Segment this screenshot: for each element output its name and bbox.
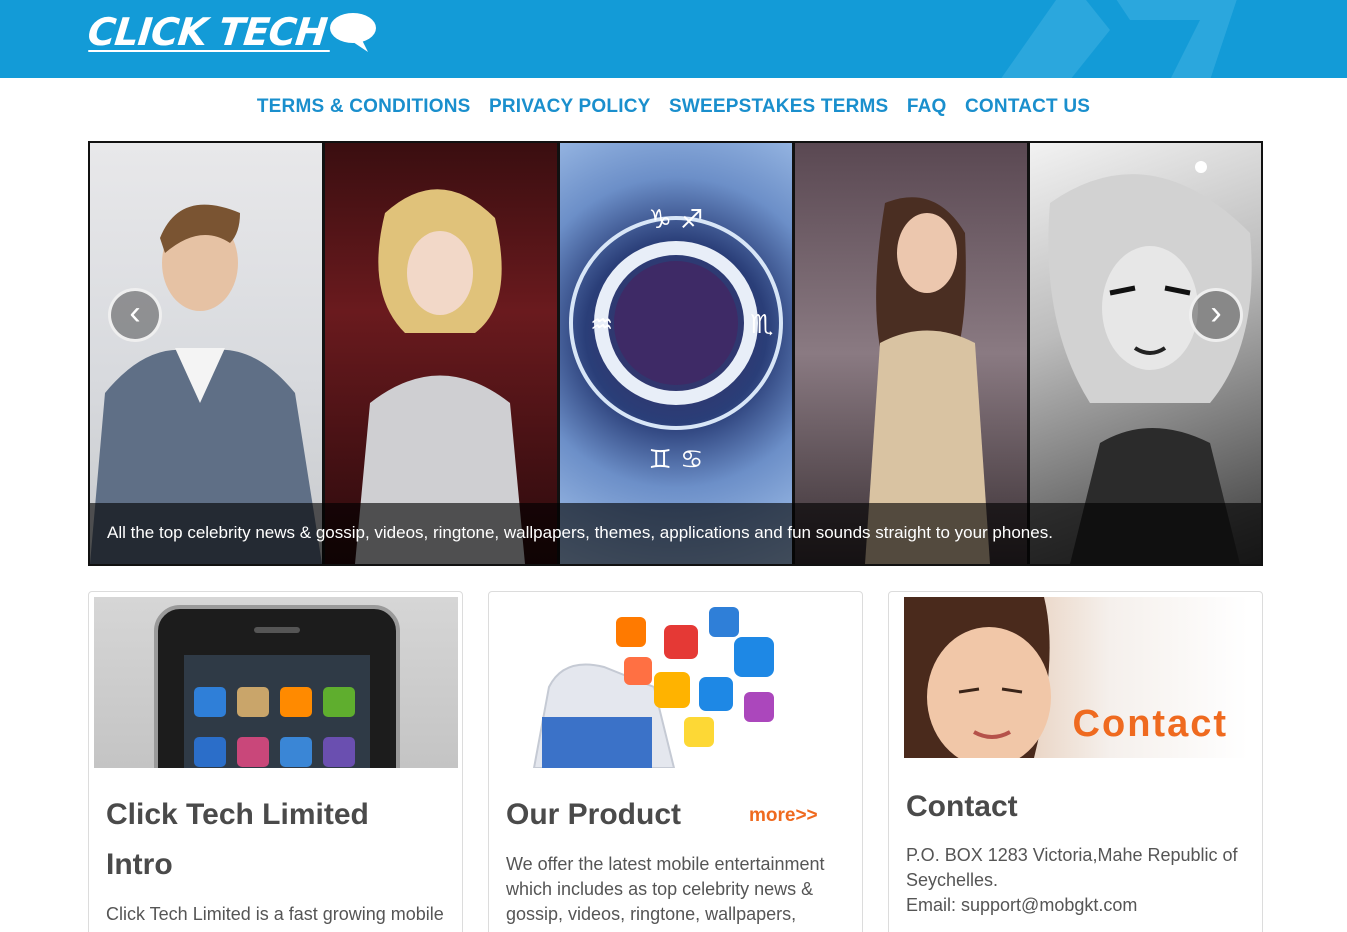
card-intro-title: Click Tech Limited Intro	[106, 798, 369, 881]
nav-contact-us[interactable]: CONTACT US	[965, 96, 1090, 118]
top-nav: TERMS & CONDITIONS PRIVACY POLICY SWEEPS…	[0, 96, 1347, 118]
carousel-photo-1	[90, 143, 322, 564]
logo-text: CLICK TECH	[85, 10, 329, 54]
svg-text:♊ ♋: ♊ ♋	[649, 445, 704, 475]
carousel-photo-4	[795, 143, 1027, 564]
logo-underline	[88, 50, 330, 52]
carousel-dot-1[interactable]	[1195, 161, 1207, 173]
carousel-photo-3: ♑ ♐ ♊ ♋ ♒ ♏	[560, 143, 792, 564]
more-link[interactable]: more>>	[749, 805, 818, 827]
carousel-caption: All the top celebrity news & gossip, vid…	[90, 503, 1261, 564]
card-intro-text: Click Tech Limited is a fast growing mob…	[106, 904, 444, 924]
nav-sweepstakes-terms[interactable]: SWEEPSTAKES TERMS	[669, 96, 888, 118]
card-product-text: We offer the latest mobile entertainment…	[506, 854, 825, 924]
contact-image: Contact	[904, 597, 1248, 758]
card-intro: Click Tech Limited Intro Click Tech Limi…	[88, 591, 463, 932]
carousel-photo-5	[1030, 143, 1261, 564]
speech-bubble-icon	[330, 13, 377, 52]
carousel-caption-text: All the top celebrity news & gossip, vid…	[107, 523, 1053, 542]
chevron-left-icon: ‹	[129, 294, 141, 332]
carousel-photo-2	[325, 143, 557, 564]
image-carousel: ♑ ♐ ♊ ♋ ♒ ♏ ‹ › All the top celebrity ne…	[88, 141, 1263, 566]
carousel-prev-button[interactable]: ‹	[108, 288, 162, 342]
contact-image-label: Contact	[1072, 703, 1228, 745]
product-image	[494, 597, 858, 768]
card-product: Our Product more>> We offer the latest m…	[488, 591, 863, 932]
header-decoration	[1001, 0, 1237, 78]
card-contact-title: Contact	[906, 790, 1018, 823]
svg-text:♒: ♒	[590, 310, 613, 340]
nav-faq[interactable]: FAQ	[907, 96, 947, 118]
chevron-right-icon: ›	[1210, 294, 1222, 332]
nav-privacy-policy[interactable]: PRIVACY POLICY	[489, 96, 651, 118]
carousel-next-button[interactable]: ›	[1189, 288, 1243, 342]
contact-email[interactable]: Email: support@mobgkt.com	[906, 895, 1137, 915]
svg-text:♑ ♐: ♑ ♐	[649, 205, 704, 235]
contact-address: P.O. BOX 1283 Victoria,Mahe Republic of …	[906, 845, 1238, 890]
nav-terms-conditions[interactable]: TERMS & CONDITIONS	[257, 96, 471, 118]
card-contact-info: P.O. BOX 1283 Victoria,Mahe Republic of …	[906, 843, 1246, 918]
card-contact: Contact Contact P.O. BOX 1283 Victoria,M…	[888, 591, 1263, 932]
phone-image	[94, 597, 458, 768]
site-header: CLICK TECH	[0, 0, 1347, 78]
card-product-title: Our Product	[506, 798, 682, 831]
carousel-indicators	[1195, 161, 1207, 173]
svg-text:♏: ♏	[750, 310, 773, 340]
